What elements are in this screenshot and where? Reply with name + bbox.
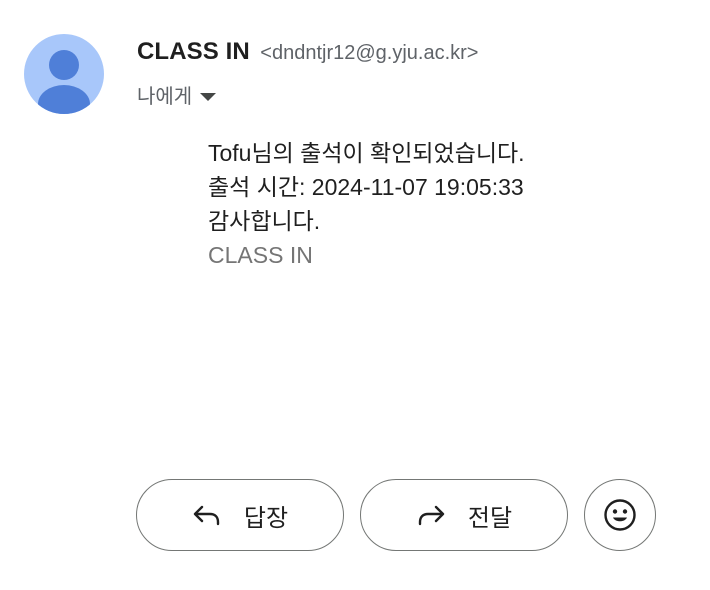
message-body: Tofu님의 출석이 확인되었습니다. 출석 시간: 2024-11-07 19… (208, 136, 525, 272)
message-line-thanks: 감사합니다. (208, 208, 321, 234)
reply-arrow-icon (192, 504, 222, 526)
message-line-attendance: Tofu님의 출석이 확인되었습니다. (208, 140, 525, 166)
person-icon (38, 50, 90, 114)
forward-button[interactable]: 전달 (360, 479, 568, 551)
chevron-down-icon[interactable] (200, 92, 217, 101)
sender-header: CLASS IN <dndntjr12@g.yju.ac.kr> (137, 38, 478, 66)
sender-name[interactable]: CLASS IN (137, 38, 250, 65)
recipient-label: 나에게 (137, 86, 193, 108)
reply-button[interactable]: 답장 (136, 479, 344, 551)
emoji-reaction-button[interactable] (584, 479, 656, 551)
message-signature: CLASS IN (208, 242, 313, 268)
smiley-icon (603, 498, 637, 532)
sender-email[interactable]: <dndntjr12@g.yju.ac.kr> (260, 42, 478, 64)
message-line-time: 출석 시간: 2024-11-07 19:05:33 (208, 174, 524, 200)
reply-label: 답장 (243, 504, 289, 532)
email-view: CLASS IN <dndntjr12@g.yju.ac.kr> 나에게 Tof… (0, 0, 710, 590)
recipient-details-toggle[interactable]: 나에게 (137, 80, 217, 109)
forward-arrow-icon (416, 504, 446, 526)
forward-label: 전달 (467, 504, 513, 532)
sender-avatar[interactable] (24, 34, 104, 114)
